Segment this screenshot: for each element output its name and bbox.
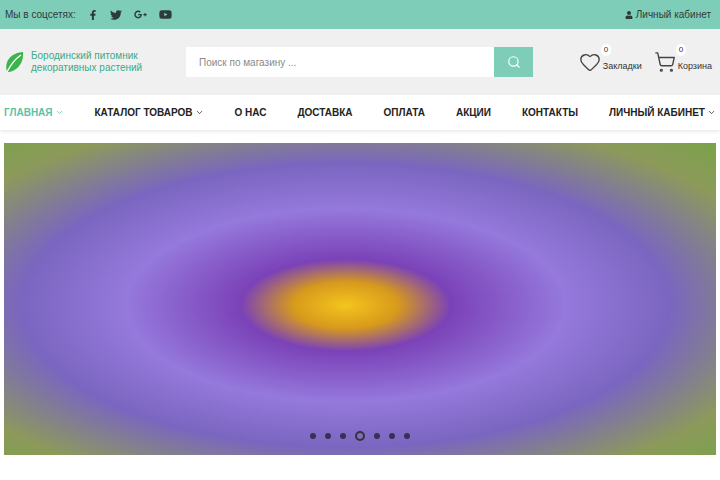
slider-dot[interactable]	[310, 433, 316, 439]
chevron-down-icon	[55, 108, 64, 117]
user-icon	[625, 11, 633, 19]
slider-dot[interactable]	[340, 433, 346, 439]
heart-icon	[579, 51, 601, 73]
page: Мы в соцсетях: Личный кабинет Бородинский …	[0, 0, 720, 480]
nav-item[interactable]: О НАС	[235, 105, 267, 120]
main-nav: ГЛАВНАЯ КАТАЛОГ ТОВАРОВ О НАС ДОСТАВКА ОПЛАТ…	[0, 95, 720, 130]
logo-line-1: Бородинский питомник	[31, 50, 142, 62]
search-bar	[186, 47, 533, 77]
nav-item[interactable]: АКЦИИ	[456, 105, 491, 120]
bookmarks-label: Закладки	[603, 60, 642, 74]
slider-dot[interactable]	[325, 433, 331, 439]
bookmarks[interactable]: 0Закладки	[579, 51, 642, 73]
slider-image[interactable]	[4, 143, 716, 455]
cart-count: 0	[676, 44, 686, 56]
cart-label: Корзина	[678, 60, 712, 74]
logo[interactable]: Бородинский питомникдекоративных растени…	[4, 50, 184, 74]
social-links: Мы в соцсетях:	[5, 7, 172, 22]
nav-item[interactable]: ГЛАВНАЯ	[4, 105, 64, 120]
account-link[interactable]: Личный кабинет	[625, 7, 715, 22]
slider-dot[interactable]	[355, 431, 365, 441]
slider-dot[interactable]	[374, 433, 380, 439]
nav-item[interactable]: ОПЛАТА	[384, 105, 425, 120]
slider-dot[interactable]	[389, 433, 395, 439]
search-button[interactable]	[494, 47, 533, 77]
slider-dots	[4, 431, 716, 441]
top-bar: Мы в соцсетях: Личный кабинет	[0, 0, 720, 29]
chevron-down-icon	[707, 108, 716, 117]
google-plus-icon[interactable]	[134, 8, 147, 21]
search-input[interactable]	[186, 47, 494, 77]
youtube-icon[interactable]	[159, 8, 172, 21]
cart-icon	[654, 51, 676, 73]
chevron-down-icon	[195, 108, 204, 117]
search-icon	[507, 55, 521, 69]
nav-item[interactable]: ДОСТАВКА	[297, 105, 352, 120]
header: Бородинский питомникдекоративных растени…	[0, 29, 720, 95]
leaf-logo-icon	[4, 50, 26, 74]
slider-dot[interactable]	[404, 433, 410, 439]
nav-item[interactable]: ЛИЧНЫЙ КАБИНЕТ	[609, 105, 716, 120]
bookmarks-count: 0	[601, 44, 611, 56]
nav-item[interactable]: КАТАЛОГ ТОВАРОВ	[95, 105, 204, 120]
twitter-icon[interactable]	[110, 9, 122, 21]
logo-line-2: декоративных растений	[31, 62, 142, 74]
cart[interactable]: 0Корзина	[654, 51, 712, 73]
nav-item[interactable]: КОНТАКТЫ	[522, 105, 578, 120]
social-label: Мы в соцсетях:	[5, 7, 76, 22]
facebook-icon[interactable]	[88, 10, 98, 20]
